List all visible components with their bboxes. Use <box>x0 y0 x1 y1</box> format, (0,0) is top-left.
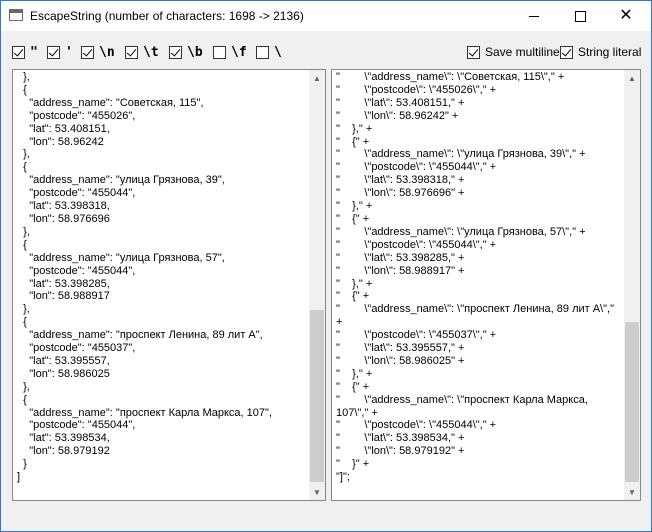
window-icon <box>9 9 23 21</box>
minimize-button[interactable] <box>511 1 557 31</box>
tab-label: \t <box>143 44 159 60</box>
single-quote-label: ' <box>65 44 73 60</box>
newline-checkbox[interactable] <box>81 45 94 59</box>
option-backslash[interactable]: \ <box>256 44 282 60</box>
option-tab[interactable]: \t <box>125 44 159 60</box>
output-text[interactable]: " \"address_name\": \"Советская, 115\","… <box>336 71 614 484</box>
option-single-quote[interactable]: ' <box>47 44 73 60</box>
input-textarea[interactable]: }, { "address_name": "Советская, 115", "… <box>12 69 326 501</box>
scroll-up-icon[interactable]: ▲ <box>309 70 325 86</box>
backspace-label: \b <box>187 44 203 60</box>
window-title: EscapeString (number of characters: 1698… <box>30 9 304 23</box>
input-scrollbar[interactable]: ▲ ▼ <box>309 70 325 500</box>
scroll-up-icon[interactable]: ▲ <box>624 70 640 86</box>
option-save-multiline[interactable]: Save multiline <box>467 44 560 60</box>
double-quote-checkbox[interactable] <box>12 45 25 59</box>
option-formfeed[interactable]: \f <box>213 44 247 60</box>
maximize-button[interactable] <box>557 1 603 31</box>
formfeed-label: \f <box>231 44 247 60</box>
formfeed-checkbox[interactable] <box>213 45 226 59</box>
string-literal-checkbox[interactable] <box>560 45 573 59</box>
scroll-down-icon[interactable]: ▼ <box>624 484 640 500</box>
option-double-quote[interactable]: " <box>12 44 38 60</box>
title-bar[interactable]: EscapeString (number of characters: 1698… <box>1 1 651 31</box>
backspace-checkbox[interactable] <box>169 45 182 59</box>
input-scroll-thumb[interactable] <box>310 310 324 482</box>
single-quote-checkbox[interactable] <box>47 45 60 59</box>
double-quote-label: " <box>30 44 38 60</box>
save-multiline-label: Save multiline <box>485 45 560 59</box>
output-scrollbar[interactable]: ▲ ▼ <box>624 70 640 500</box>
backslash-label: \ <box>274 44 282 60</box>
save-multiline-checkbox[interactable] <box>467 45 480 59</box>
input-text[interactable]: }, { "address_name": "Советская, 115", "… <box>17 71 272 484</box>
output-textarea[interactable]: " \"address_name\": \"Советская, 115\","… <box>331 69 641 501</box>
tab-checkbox[interactable] <box>125 45 138 59</box>
output-scroll-thumb[interactable] <box>625 322 639 482</box>
app-window: EscapeString (number of characters: 1698… <box>0 0 652 532</box>
option-backspace[interactable]: \b <box>169 44 203 60</box>
string-literal-label: String literal <box>578 45 642 59</box>
option-newline[interactable]: \n <box>81 44 115 60</box>
option-string-literal[interactable]: String literal <box>560 44 641 60</box>
scroll-down-icon[interactable]: ▼ <box>309 484 325 500</box>
close-button[interactable]: ✕ <box>603 1 649 31</box>
backslash-checkbox[interactable] <box>256 45 269 59</box>
newline-label: \n <box>99 44 115 60</box>
close-icon: ✕ <box>619 7 633 24</box>
maximize-icon <box>574 10 586 22</box>
minimize-icon <box>529 15 539 17</box>
